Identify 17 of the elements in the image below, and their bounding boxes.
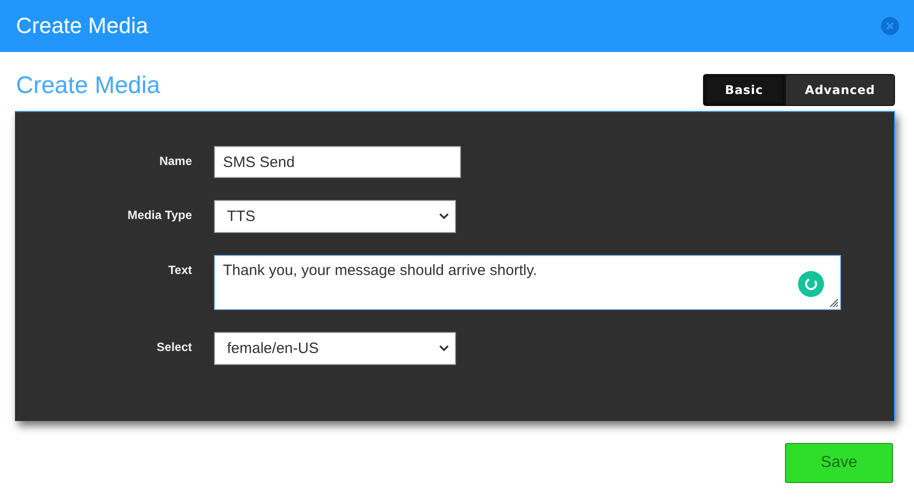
spinner-icon xyxy=(798,271,824,297)
field-label: Text xyxy=(167,262,192,277)
field-label: Name xyxy=(158,153,192,168)
field-label: Media Type xyxy=(126,207,192,222)
chevron-down-icon xyxy=(439,213,449,220)
window-title: Create Media xyxy=(16,13,148,39)
tab[interactable]: Advanced xyxy=(785,74,895,106)
dropdown[interactable]: female/en-US xyxy=(214,332,456,365)
chevron-down-icon xyxy=(439,345,449,352)
tab[interactable]: Basic xyxy=(703,74,785,106)
save-button[interactable]: Save xyxy=(785,443,893,483)
page-heading: Create Media xyxy=(16,72,160,100)
text-area[interactable]: Thank you, your message should arrive shortly. xyxy=(214,255,841,310)
dropdown[interactable]: TTS xyxy=(214,200,456,233)
field-label: Select xyxy=(156,339,192,354)
name-field[interactable]: SMS Send xyxy=(214,146,461,178)
resize-handle-icon[interactable] xyxy=(829,298,838,307)
